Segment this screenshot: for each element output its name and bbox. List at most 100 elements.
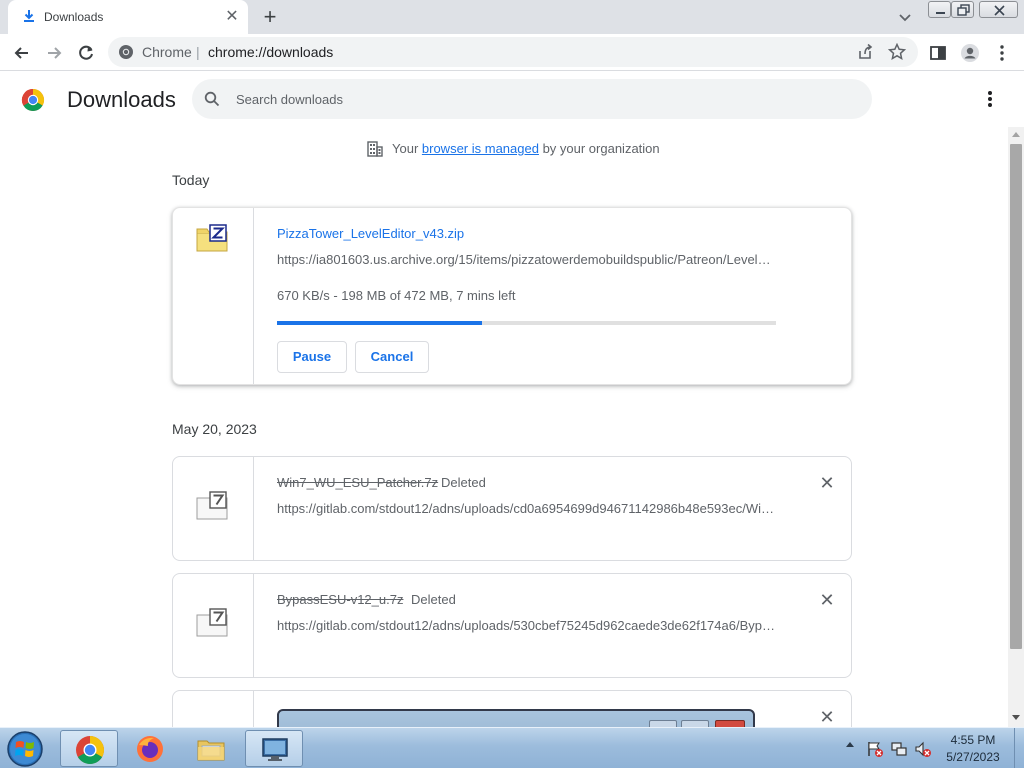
back-button[interactable] [8,39,36,67]
taskbar-file-explorer[interactable] [182,730,240,767]
omnibox-separator: | [196,44,200,60]
volume-muted-icon[interactable] [914,740,932,758]
managed-text: Your browser is managed by your organiza… [392,141,660,156]
browser-toolbar: Chrome | chrome://downloads [0,34,1024,71]
minimize-button[interactable] [928,1,951,18]
browser-managed-link[interactable]: browser is managed [422,141,539,156]
7z-file-icon [196,491,228,520]
network-icon[interactable] [890,740,908,758]
zip-file-icon [196,224,228,252]
url-text[interactable]: chrome://downloads [208,44,333,60]
file-url: https://ia801603.us.archive.org/15/items… [277,252,777,267]
chrome-menu-button[interactable] [988,39,1016,67]
file-url: https://gitlab.com/stdout12/adns/uploads… [277,501,777,516]
star-icon[interactable] [888,43,906,61]
computer-monitor-icon [262,738,288,761]
taskbar-chrome[interactable] [60,730,118,767]
arrow-right-icon [48,47,62,59]
card-divider [253,208,254,384]
card-divider [253,691,254,727]
taskbar-remote-app[interactable] [245,730,303,767]
window-controls [928,1,1018,18]
tab-strip: Downloads ✕ + [0,0,1024,34]
download-item-active: PizzaTower_LevelEditor_v43.zip https://i… [172,207,852,385]
site-chip[interactable]: Chrome [142,44,192,60]
windows-start-orb-icon[interactable] [5,730,45,768]
download-item-deleted: BypassESU-v12_u.7z Deleted https://gitla… [172,573,852,678]
pause-button[interactable]: Pause [277,341,347,373]
tab-title: Downloads [44,10,104,24]
search-icon [204,91,220,107]
action-center-flag-icon[interactable] [866,740,884,758]
remove-from-list-icon[interactable]: ✕ [817,473,837,493]
date-heading-today: Today [172,172,210,188]
file-name-link[interactable]: PizzaTower_LevelEditor_v43.zip [277,226,464,241]
status-deleted: Deleted [411,592,456,607]
date-heading-may-20: May 20, 2023 [172,421,257,437]
tab-close-icon[interactable]: ✕ [222,7,242,27]
managed-text-suffix: by your organization [538,141,660,156]
cancel-button[interactable]: Cancel [355,341,429,373]
thumbnail-maximize-icon [681,720,709,727]
side-panel-button[interactable] [924,39,952,67]
close-icon [994,5,1005,16]
page-scrollbar[interactable] [1008,127,1024,727]
dialog-thumbnail [277,709,755,727]
more-actions-menu-icon[interactable] [978,87,1002,111]
chrome-logo-icon [21,89,45,112]
file-name-deleted: BypassESU-v12_u.7z [277,592,404,607]
remove-from-list-icon[interactable]: ✕ [817,707,837,727]
share-icon[interactable] [856,43,874,61]
page-title: Downloads [67,87,176,112]
scroll-down-arrow-icon[interactable] [1012,715,1020,720]
restore-button[interactable] [951,1,974,18]
building-icon [367,141,383,157]
file-url: https://gitlab.com/stdout12/adns/uploads… [277,618,777,633]
kebab-menu-icon [1000,45,1004,61]
reload-button[interactable] [72,39,100,67]
search-input[interactable] [236,89,836,109]
card-divider [253,457,254,560]
downloads-header: Downloads [0,72,1024,127]
minimize-icon [936,12,945,14]
download-item-deleted: Win7_WU_ESU_Patcher.7z Deleted https://g… [172,456,852,561]
scrollbar-thumb[interactable] [1010,144,1022,649]
profile-button[interactable] [956,39,984,67]
new-tab-button[interactable]: + [258,6,282,30]
download-item-partial: ✕ [172,690,852,727]
clock-date[interactable]: 5/27/2023 [940,750,1006,764]
downloads-list: Your browser is managed by your organiza… [0,127,1008,727]
clock-time[interactable]: 4:55 PM [940,733,1006,747]
taskbar-firefox[interactable] [121,730,179,767]
tab-downloads[interactable]: Downloads ✕ [8,0,248,34]
chrome-icon [76,736,104,764]
show-hidden-icons-chevron-up-icon[interactable] [846,742,854,747]
scroll-up-arrow-icon[interactable] [1012,132,1020,137]
side-panel-icon [930,46,946,60]
status-deleted: Deleted [441,475,486,490]
thumbnail-close-icon [715,720,745,727]
download-progress-fill [277,321,482,325]
arrow-left-icon [14,47,28,59]
thumbnail-minimize-icon [649,720,677,727]
7z-file-icon [196,608,228,637]
download-progress-bar [277,321,776,325]
forward-button[interactable] [40,39,68,67]
download-progress-text: 670 KB/s - 198 MB of 472 MB, 7 mins left [277,288,516,303]
reload-icon [79,45,93,60]
windows-taskbar: 4:55 PM 5/27/2023 [0,727,1024,768]
remove-from-list-icon[interactable]: ✕ [817,590,837,610]
folder-icon [197,740,225,761]
close-window-button[interactable] [979,1,1018,18]
file-name-deleted: Win7_WU_ESU_Patcher.7z [277,475,439,490]
profile-icon [961,44,979,62]
managed-text-prefix: Your [392,141,422,156]
address-bar[interactable]: Chrome | chrome://downloads [108,37,918,67]
search-downloads-box[interactable] [192,79,872,119]
tab-search-chevron-down-icon[interactable] [894,8,916,28]
restore-icon [957,4,970,16]
card-divider [253,574,254,677]
show-desktop-button[interactable] [1014,728,1024,768]
firefox-icon [137,736,163,762]
download-icon [24,10,34,22]
